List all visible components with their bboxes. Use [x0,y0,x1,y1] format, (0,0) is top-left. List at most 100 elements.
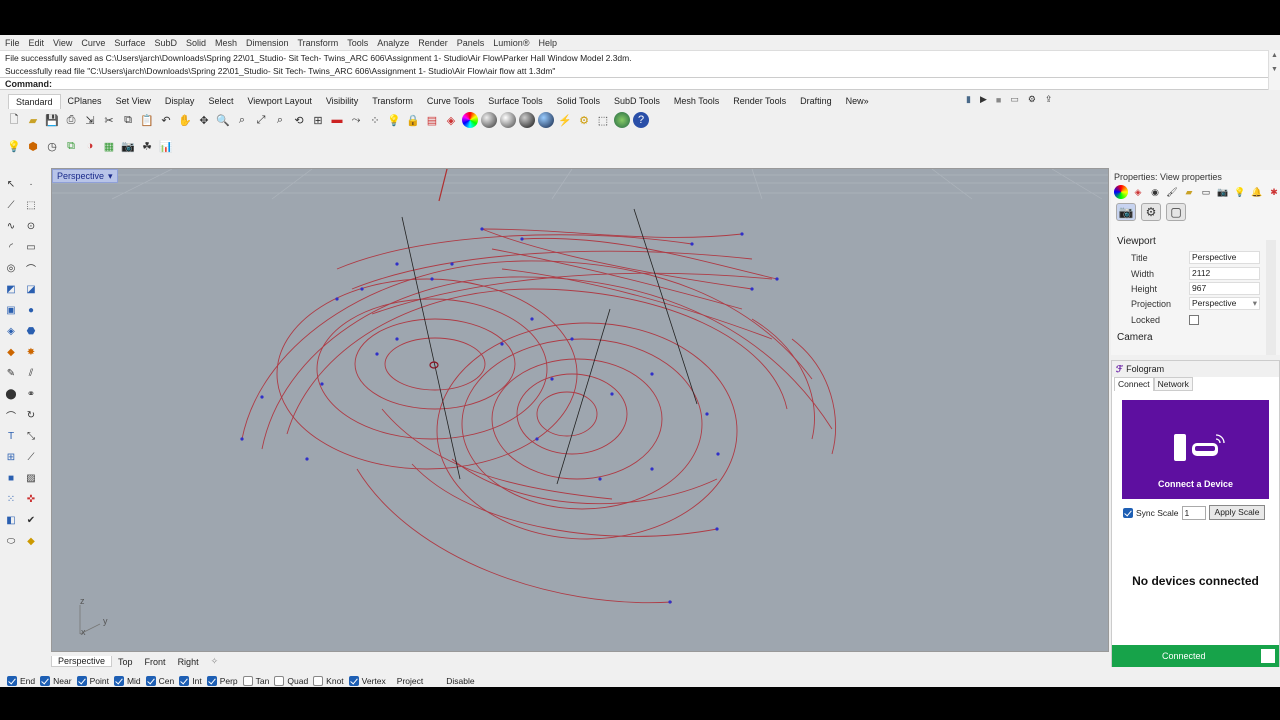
layer-icon[interactable]: ▤ [424,112,440,128]
zoom-window-icon[interactable]: ⌕ [234,112,250,128]
osnap-end-checkbox[interactable] [7,676,17,686]
tab-standard[interactable]: Standard [8,93,61,109]
clock-icon[interactable]: ◷ [44,138,60,154]
viewport-title-tab[interactable]: Perspective ▾ [52,169,118,183]
scale-input[interactable]: 1 [1181,505,1206,520]
rectangle-points-icon[interactable]: ⬚ [23,197,39,213]
osnap-point[interactable]: Point [76,676,109,686]
menu-solid[interactable]: Solid [186,38,206,48]
menu-curve[interactable]: Curve [81,38,105,48]
cut-icon[interactable]: ✂ [101,112,117,128]
grid-array-icon[interactable]: ⁙ [3,491,19,507]
tab-drafting[interactable]: Drafting [793,94,839,108]
prop-height-value[interactable]: 967 [1189,282,1260,295]
four-view-icon[interactable]: ⊞ [310,112,326,128]
menu-surface[interactable]: Surface [114,38,145,48]
copy-object-icon[interactable]: ⧉ [63,138,79,154]
menu-view[interactable]: View [53,38,72,48]
select-filter-icon[interactable]: ⬚ [595,112,611,128]
lock-icon[interactable]: 🔒 [405,112,421,128]
paste-icon[interactable]: 📋 [139,112,155,128]
curve-icon[interactable]: ∿ [3,218,19,234]
panel-icon[interactable]: ▭ [1010,94,1019,105]
scroll-up-icon[interactable]: ▲ [1271,52,1278,59]
explode-icon[interactable]: ✸ [23,344,39,360]
add-viewport-tab-icon[interactable]: ✧ [205,656,225,667]
menu-render[interactable]: Render [418,38,448,48]
stop-icon[interactable]: ■ [996,95,1001,105]
select-icon[interactable]: ⤳ [348,112,364,128]
check-icon[interactable]: ✔ [23,512,39,528]
extrude-surface-icon[interactable]: ◪ [23,281,39,297]
bar-chart-icon[interactable]: 📊 [158,138,174,154]
tab-connect[interactable]: Connect [1114,377,1154,391]
chevron-down-icon[interactable]: ▾ [1253,298,1257,309]
viewport-tab-top[interactable]: Top [112,657,139,667]
save-bookmark-icon[interactable]: ▮ [966,94,971,105]
osnap-near[interactable]: Near [40,676,72,686]
gear-icon[interactable]: ⚙ [1028,94,1036,105]
analysis-icon[interactable]: ⚡ [557,112,573,128]
osnap-knot[interactable]: Knot [313,676,344,686]
menu-analyze[interactable]: Analyze [377,38,409,48]
osnap-vertex[interactable]: Vertex [348,676,386,686]
color-properties-icon[interactable] [1114,185,1128,199]
print-icon[interactable]: ⎙ [63,112,79,128]
tab-visibility[interactable]: Visibility [319,94,365,108]
rotate-view-icon[interactable]: ⟲ [291,112,307,128]
grasshopper-icon[interactable]: ☘ [139,138,155,154]
rendered-sphere-icon[interactable] [519,112,535,128]
tab-select[interactable]: Select [201,94,240,108]
light-icon[interactable]: 💡 [386,112,402,128]
sphere-tool-icon[interactable]: ● [23,302,39,318]
point-icon[interactable]: · [23,176,39,192]
pan-hand-icon[interactable]: ✋ [177,112,193,128]
render-properties-icon[interactable]: ◉ [1148,185,1162,199]
osnap-disable[interactable]: Disable [446,676,474,686]
tab-transform[interactable]: Transform [365,94,420,108]
subd-icon[interactable]: ⬣ [23,323,39,339]
viewport-tab-right[interactable]: Right [172,657,205,667]
menu-transform[interactable]: Transform [298,38,339,48]
osnap-tan-checkbox[interactable] [242,676,253,686]
osnap-quad-checkbox[interactable] [274,676,285,686]
osnap-perp[interactable]: Perp [206,676,238,686]
properties-scrollbar[interactable] [1266,240,1276,355]
light-properties-icon[interactable]: 💡 [1233,185,1247,199]
rotate-icon[interactable]: ↻ [23,407,39,423]
render-icon[interactable]: ⬭ [3,533,19,549]
prop-locked-checkbox[interactable] [1189,314,1199,325]
command-line[interactable]: Command: [0,77,1268,90]
split-icon[interactable]: ⫽ [23,365,39,381]
menu-subd[interactable]: SubD [154,38,177,48]
menu-mesh[interactable]: Mesh [215,38,237,48]
copy-icon[interactable]: ⧉ [120,112,136,128]
text-icon[interactable]: T [3,428,19,444]
tab-render-tools[interactable]: Render Tools [726,94,793,108]
trim-icon[interactable]: ✎ [3,365,19,381]
menu-edit[interactable]: Edit [29,38,45,48]
undo-icon[interactable]: ↶ [158,112,174,128]
surface-icon[interactable]: ◩ [3,281,19,297]
command-history-scrollbar[interactable]: ▲ ▼ [1268,50,1280,90]
gumball-icon[interactable]: ✜ [23,491,39,507]
offset-icon[interactable]: ⌒ [3,407,19,423]
tab-curve-tools[interactable]: Curve Tools [420,94,481,108]
zoom-extents-icon[interactable]: ⤢ [253,112,269,128]
osnap-int[interactable]: Int [179,676,202,686]
viewport-canvas[interactable] [52,169,1109,652]
shaded-sphere-icon[interactable] [500,112,516,128]
prop-title-value[interactable]: Perspective [1189,251,1260,264]
osnap-perp-checkbox[interactable] [206,676,217,686]
menu-tools[interactable]: Tools [347,38,368,48]
osnap-quad[interactable]: Quad [274,676,308,686]
tab-mesh-tools[interactable]: Mesh Tools [667,94,726,108]
tab-set-view[interactable]: Set View [109,94,158,108]
view-camera-icon[interactable]: 📷 [1116,203,1136,221]
osnap-cen-checkbox[interactable] [145,676,156,686]
analyze-surface-icon[interactable]: ◧ [3,512,19,528]
viewport-menu-arrow-icon[interactable]: ▾ [108,170,113,182]
new-file-icon[interactable]: 🗋 [6,112,22,128]
edit-points-icon[interactable]: ⟋ [23,449,39,465]
sync-scale-checkbox[interactable] [1123,507,1133,518]
